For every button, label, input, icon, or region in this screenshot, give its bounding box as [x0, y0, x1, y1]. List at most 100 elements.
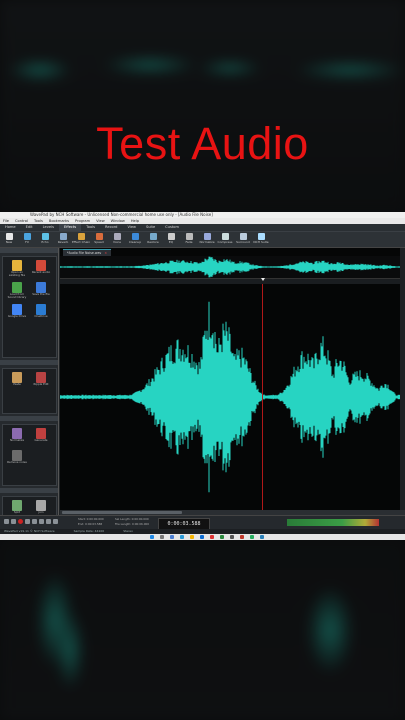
panel-section-header[interactable] [0, 416, 58, 421]
echo-icon [41, 233, 49, 240]
scrollbar-thumb[interactable] [62, 511, 182, 514]
fast-forward-icon[interactable] [39, 519, 44, 524]
eq-icon [167, 233, 175, 240]
side-item-save-the-file[interactable]: Save the file [31, 282, 51, 296]
tab-view[interactable]: View [122, 224, 141, 231]
side-item-generate[interactable]: Generate [31, 428, 51, 442]
tab-tools[interactable]: Tools [81, 224, 100, 231]
wavepad-taskbar-icon[interactable] [250, 535, 254, 539]
playback-cursor[interactable] [262, 284, 263, 510]
panel-section-header[interactable] [0, 360, 58, 365]
menu-item-view[interactable]: View [96, 219, 105, 223]
status-channels: Stereo [123, 529, 133, 533]
side-item-paste[interactable]: Paste [7, 372, 27, 386]
compress-icon [221, 233, 229, 240]
cleanup-button[interactable]: Cleanup [126, 233, 144, 244]
side-item-remove-noise[interactable]: Remove noise [7, 450, 27, 464]
menu-item-help[interactable]: Help [131, 219, 139, 223]
tab-effects[interactable]: Effects [58, 224, 82, 231]
toolbar-label: Fade [185, 240, 193, 244]
stop-button[interactable] [32, 519, 37, 524]
waveform-editor[interactable]: *Audio File Noise.wav × [60, 248, 405, 510]
toolbar-label: Effect Chain [72, 240, 91, 244]
panel-section-header[interactable] [0, 488, 58, 493]
go-start-icon[interactable] [4, 519, 9, 524]
left-side-panel: Open an existing file Recent audio Load fr… [0, 248, 59, 526]
menu-item-file[interactable]: File [3, 219, 9, 223]
record-button[interactable] [18, 519, 23, 524]
vertical-scrollbar[interactable] [400, 248, 405, 510]
app-icon[interactable] [220, 535, 224, 539]
side-item-recent-audio[interactable]: Recent audio [31, 260, 51, 274]
toolbar-label: Speed [94, 240, 104, 244]
ribbon-toolbar: New FX Echo Reverb Effect Chain Speed Voice Cle… [0, 232, 405, 248]
reverb-button[interactable]: Reverb [54, 233, 72, 244]
side-item-label: Join [38, 510, 44, 514]
side-item-google-drive[interactable]: Google Drive [7, 304, 27, 318]
tab-custom[interactable]: Custom [160, 224, 184, 231]
tab-record[interactable]: Record [100, 224, 122, 231]
app-icon[interactable] [240, 535, 244, 539]
file-explorer-icon[interactable] [190, 535, 194, 539]
reverb-icon [59, 233, 67, 240]
playhead-marker-icon[interactable] [261, 278, 265, 281]
level-meter [287, 519, 379, 526]
task-view-icon[interactable] [170, 535, 174, 539]
menu-item-control[interactable]: Control [15, 219, 28, 223]
restore-button[interactable]: Restore [144, 233, 162, 244]
rewind-icon[interactable] [11, 519, 16, 524]
side-item-split[interactable]: Split [7, 500, 27, 514]
close-icon[interactable]: × [104, 251, 107, 255]
app-icon[interactable] [230, 535, 234, 539]
normalize-button[interactable]: Normalize [198, 233, 216, 244]
tab-home[interactable]: Home [0, 224, 21, 231]
surround-icon [239, 233, 247, 240]
fx-icon [23, 233, 31, 240]
menu-item-bookmarks[interactable]: Bookmarks [49, 219, 69, 223]
menu-item-window[interactable]: Window [111, 219, 125, 223]
new-file-icon [5, 233, 13, 240]
toolbar-label: Surround [236, 240, 250, 244]
fade-button[interactable]: Fade [180, 233, 198, 244]
headline-title: Test Audio [96, 118, 309, 169]
tab-levels[interactable]: Levels [38, 224, 59, 231]
side-item-ripple-edit[interactable]: Ripple Edit [31, 372, 51, 386]
search-icon[interactable] [160, 535, 164, 539]
edge-icon[interactable] [180, 535, 184, 539]
side-item-onedrive[interactable]: OneDrive [31, 304, 51, 318]
go-end-icon[interactable] [46, 519, 51, 524]
mail-icon[interactable] [210, 535, 214, 539]
side-item-load-from-sound-library[interactable]: Load from Sound library [7, 282, 27, 299]
toolbar-label: Reverb [57, 240, 69, 244]
app-icon[interactable] [260, 535, 264, 539]
eq-button[interactable]: EQ [162, 233, 180, 244]
side-item-join[interactable]: Join [31, 500, 51, 514]
compress-button[interactable]: Compress [216, 233, 234, 244]
side-item-open-an-existing-file[interactable]: Open an existing file [7, 260, 27, 277]
play-button[interactable] [25, 519, 30, 524]
voice-button[interactable]: Voice [108, 233, 126, 244]
menu-item-tools[interactable]: Tools [34, 219, 43, 223]
toolbar-label: Normalize [199, 240, 215, 244]
effect-chain-button[interactable]: Effect Chain [72, 233, 90, 244]
nch-suite-button[interactable]: NCH Suite [252, 233, 270, 244]
side-item-label: Generate [34, 438, 48, 442]
side-item-normalize[interactable]: Normalize [7, 428, 27, 442]
voice-icon [113, 233, 121, 240]
echo-button[interactable]: Echo [36, 233, 54, 244]
tab-suite[interactable]: Suite [141, 224, 160, 231]
loop-icon[interactable] [53, 519, 58, 524]
toolbar-label: NCH Suite [253, 240, 269, 244]
waveform-path [60, 256, 405, 278]
fx-button[interactable]: FX [18, 233, 36, 244]
start-menu-icon[interactable] [150, 535, 154, 539]
waveform-overview[interactable] [60, 256, 405, 279]
surround-button[interactable]: Surround [234, 233, 252, 244]
speed-button[interactable]: Speed [90, 233, 108, 244]
tab-edit[interactable]: Edit [21, 224, 38, 231]
store-icon[interactable] [200, 535, 204, 539]
menu-item-program[interactable]: Program [75, 219, 90, 223]
new-button[interactable]: New [0, 233, 18, 244]
file-tab[interactable]: *Audio File Noise.wav × [63, 249, 111, 256]
panel-section-header[interactable] [0, 248, 58, 253]
